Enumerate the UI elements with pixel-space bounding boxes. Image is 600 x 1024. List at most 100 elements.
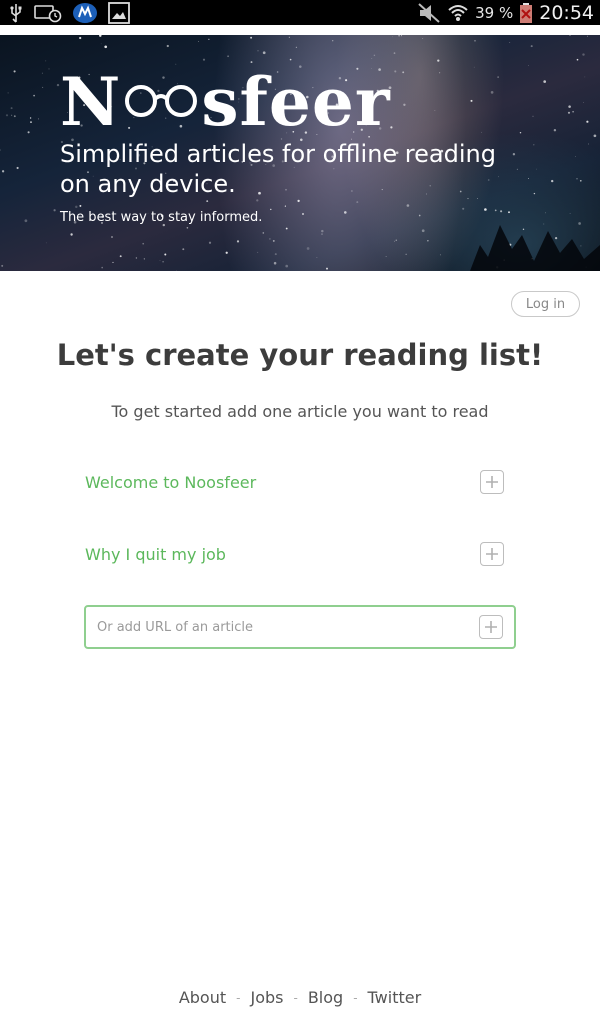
footer-link-blog[interactable]: Blog — [308, 988, 343, 1007]
star — [1, 170, 5, 173]
star — [576, 58, 579, 61]
star — [13, 115, 16, 118]
star — [186, 226, 189, 229]
star — [159, 260, 161, 262]
star — [551, 179, 554, 183]
star — [385, 256, 387, 257]
star — [439, 254, 441, 256]
star — [11, 114, 13, 116]
page-title: Let's create your reading list! — [56, 338, 544, 372]
noosfeer-logo: N sfeer — [60, 63, 391, 135]
star — [490, 91, 494, 94]
star — [543, 80, 547, 83]
star — [269, 238, 271, 240]
star — [316, 257, 318, 258]
star — [545, 212, 546, 214]
star — [421, 229, 425, 233]
star — [75, 205, 78, 209]
star — [398, 35, 400, 37]
footer-link-about[interactable]: About — [179, 988, 226, 1007]
star — [533, 144, 535, 146]
status-bar-right: 39 % 20:54 — [417, 0, 594, 25]
star — [79, 204, 82, 207]
star — [473, 66, 475, 68]
star — [543, 223, 545, 225]
star — [166, 44, 169, 48]
star — [402, 71, 405, 74]
star — [302, 213, 304, 215]
star — [470, 99, 473, 102]
star — [418, 214, 421, 217]
star — [522, 228, 525, 231]
star — [56, 83, 60, 87]
star — [439, 72, 441, 74]
star — [29, 117, 32, 119]
star — [288, 36, 290, 38]
star — [356, 201, 359, 204]
article-title[interactable]: Why I quit my job — [85, 545, 226, 564]
star — [394, 70, 397, 73]
star — [5, 114, 9, 117]
plus-icon[interactable] — [480, 542, 504, 566]
star — [0, 149, 1, 151]
star — [519, 131, 522, 134]
footer-link-twitter[interactable]: Twitter — [368, 988, 422, 1007]
star — [16, 166, 19, 170]
star — [481, 131, 482, 133]
star — [208, 241, 212, 244]
login-button[interactable]: Log in — [511, 291, 580, 317]
article-url-input[interactable] — [97, 619, 457, 635]
star — [578, 222, 581, 225]
article-title[interactable]: Welcome to Noosfeer — [85, 473, 256, 492]
star — [289, 58, 292, 61]
star — [236, 240, 240, 243]
star — [395, 239, 397, 241]
star — [568, 105, 571, 108]
star — [111, 236, 113, 238]
star — [285, 227, 288, 230]
star — [326, 267, 328, 270]
star — [182, 248, 185, 251]
star — [162, 260, 164, 263]
star — [427, 240, 429, 242]
star — [586, 35, 588, 37]
star — [494, 209, 497, 212]
footer-links: About - Jobs - Blog - Twitter — [0, 988, 600, 1007]
plus-icon[interactable] — [480, 470, 504, 494]
star — [297, 199, 300, 203]
star — [528, 65, 529, 66]
star — [270, 208, 272, 211]
star — [101, 266, 103, 269]
star — [284, 205, 286, 207]
star — [262, 51, 266, 55]
star — [99, 35, 102, 37]
star — [30, 121, 32, 123]
url-input-container[interactable] — [84, 605, 516, 649]
star — [406, 204, 410, 207]
star — [536, 168, 537, 170]
star — [27, 131, 30, 134]
star — [462, 207, 465, 210]
star — [256, 199, 259, 202]
star — [508, 211, 510, 214]
star — [393, 240, 396, 242]
star — [208, 38, 210, 40]
suggested-article-item[interactable]: Why I quit my job — [85, 539, 505, 569]
star — [37, 118, 40, 120]
star — [575, 156, 577, 157]
suggested-article-item[interactable]: Welcome to Noosfeer — [85, 467, 505, 497]
status-bar: 39 % 20:54 — [0, 0, 600, 25]
footer-separator: - — [293, 990, 298, 1005]
star — [45, 60, 47, 62]
star — [257, 251, 259, 253]
star — [530, 45, 533, 48]
star — [533, 192, 536, 195]
add-url-plus-icon[interactable] — [479, 615, 503, 639]
usb-icon — [8, 3, 24, 23]
star — [42, 86, 44, 88]
star — [532, 115, 534, 117]
star — [274, 253, 277, 256]
footer-link-jobs[interactable]: Jobs — [250, 988, 283, 1007]
star — [262, 232, 265, 234]
status-bar-left-icons — [8, 0, 130, 25]
